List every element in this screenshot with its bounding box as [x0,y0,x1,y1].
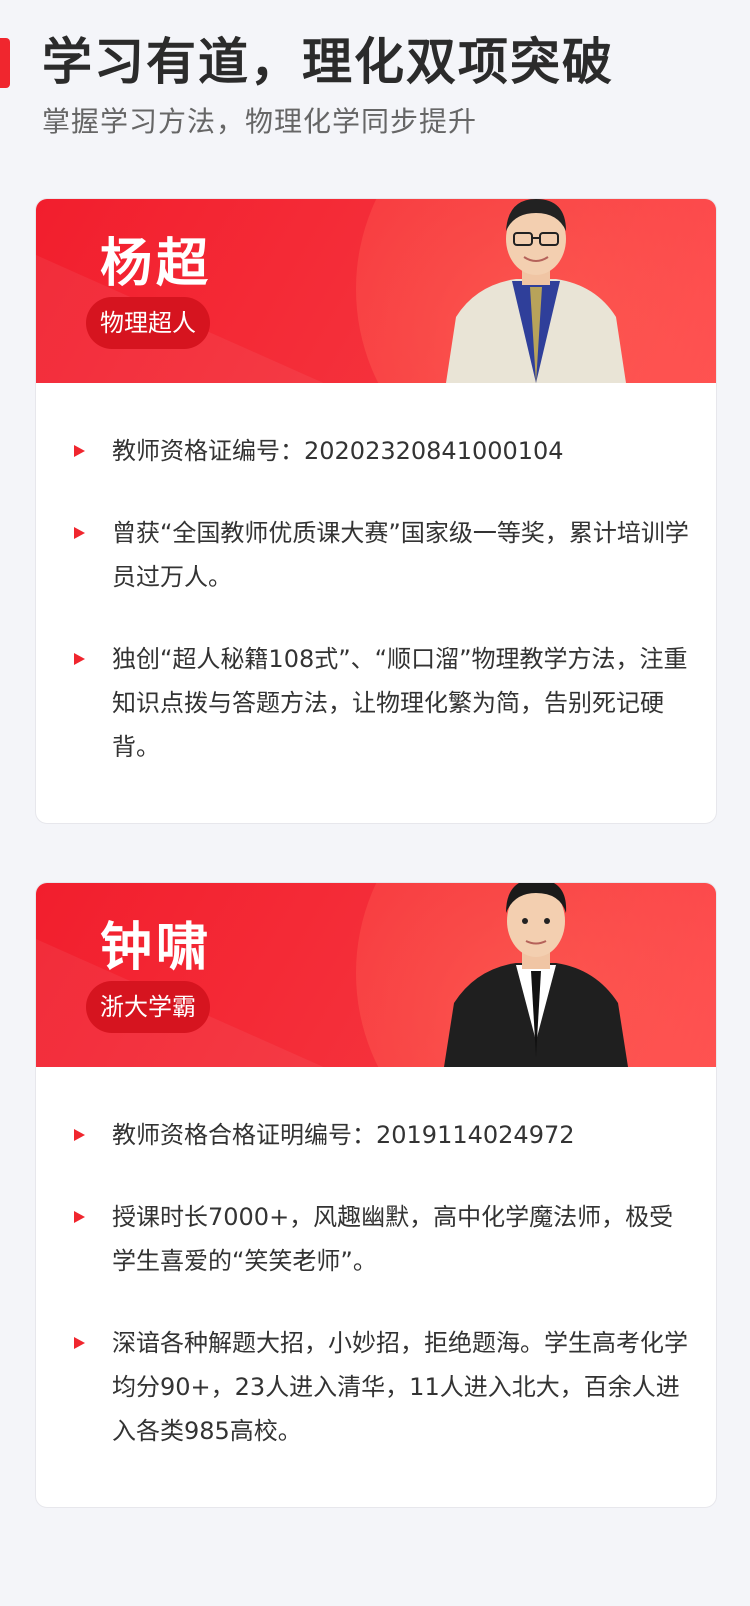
info-text: 教师资格证编号：20202320841000104 [112,437,564,465]
info-text: 教师资格合格证明编号：2019114024972 [112,1121,575,1149]
teacher-name: 杨超 [100,234,213,294]
red-triangle-bullet-icon [74,653,85,665]
red-triangle-bullet-icon [74,1129,85,1141]
red-triangle-bullet-icon [74,1337,85,1349]
teacher-card: 杨超 物理超人 教师资格证编号：20202320841000104 曾获“全国教… [35,198,717,824]
teacher-card: 钟啸 浙大学霸 教师资格合格证明编号：2019114024972 授课时长700… [35,882,717,1508]
info-text: 授课时长7000+，风趣幽默，高中化学魔法师，极受学生喜爱的“笑笑老师”。 [112,1203,674,1275]
teacher-tag-badge: 浙大学霸 [86,981,210,1033]
page-title: 学习有道，理化双项突破 [42,33,614,91]
list-item: 深谙各种解题大招，小妙招，拒绝题海。学生高考化学均分90+，23人进入清华，11… [72,1321,692,1453]
red-triangle-bullet-icon [74,445,85,457]
list-item: 独创“超人秘籍108式”、“顺口溜”物理教学方法，注重知识点拨与答题方法，让物理… [72,637,692,769]
list-item: 曾获“全国教师优质课大赛”国家级一等奖，累计培训学员过万人。 [72,511,692,599]
teacher-info-list: 教师资格证编号：20202320841000104 曾获“全国教师优质课大赛”国… [36,429,716,769]
red-triangle-bullet-icon [74,527,85,539]
red-triangle-bullet-icon [74,1211,85,1223]
list-item: 教师资格合格证明编号：2019114024972 [72,1113,692,1157]
page-subtitle: 掌握学习方法，物理化学同步提升 [42,105,478,138]
teacher-tag-badge: 物理超人 [86,297,210,349]
teacher-info-list: 教师资格合格证明编号：2019114024972 授课时长7000+，风趣幽默，… [36,1113,716,1453]
teacher-name: 钟啸 [100,918,213,978]
teacher-portrait-photo [444,883,628,1067]
info-text: 深谙各种解题大招，小妙招，拒绝题海。学生高考化学均分90+，23人进入清华，11… [112,1329,688,1445]
list-item: 授课时长7000+，风趣幽默，高中化学魔法师，极受学生喜爱的“笑笑老师”。 [72,1195,692,1283]
list-item: 教师资格证编号：20202320841000104 [72,429,692,473]
teacher-banner: 杨超 物理超人 [36,199,716,383]
teacher-banner: 钟啸 浙大学霸 [36,883,716,1067]
info-text: 独创“超人秘籍108式”、“顺口溜”物理教学方法，注重知识点拨与答题方法，让物理… [112,645,688,761]
info-text: 曾获“全国教师优质课大赛”国家级一等奖，累计培训学员过万人。 [112,519,689,591]
title-accent-bar [0,38,10,88]
teacher-portrait-photo [446,199,626,383]
